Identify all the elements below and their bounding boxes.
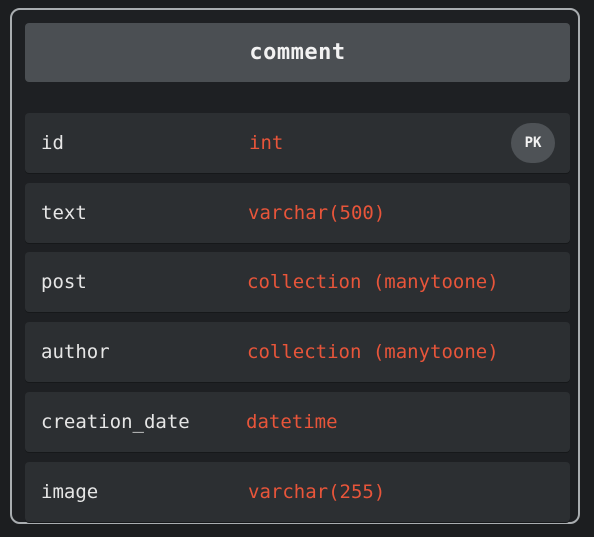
field-name: image — [41, 481, 99, 503]
field-row-text[interactable]: text varchar(500) — [25, 183, 570, 243]
field-type: varchar(500) — [248, 202, 386, 224]
entity-header[interactable]: comment — [25, 23, 570, 82]
field-type: collection (manytoone) — [247, 271, 499, 293]
field-row-image[interactable]: image varchar(255) — [25, 462, 570, 522]
field-name: text — [41, 202, 87, 224]
field-name: creation_date — [41, 411, 190, 433]
field-row-creation-date[interactable]: creation_date datetime — [25, 392, 570, 452]
field-type: datetime — [246, 411, 338, 433]
primary-key-badge: PK — [511, 123, 555, 163]
field-type: collection (manytoone) — [247, 341, 499, 363]
field-row-id[interactable]: id int PK — [25, 113, 570, 173]
field-type: int — [249, 132, 284, 154]
field-name: post — [41, 271, 87, 293]
entity-title: comment — [249, 40, 346, 65]
entity-card: comment id int PK text varchar(500) post… — [10, 8, 580, 524]
field-name: id — [41, 132, 64, 154]
field-type: varchar(255) — [248, 481, 386, 503]
field-row-author[interactable]: author collection (manytoone) — [25, 322, 570, 382]
field-row-post[interactable]: post collection (manytoone) — [25, 252, 570, 312]
field-name: author — [41, 341, 110, 363]
